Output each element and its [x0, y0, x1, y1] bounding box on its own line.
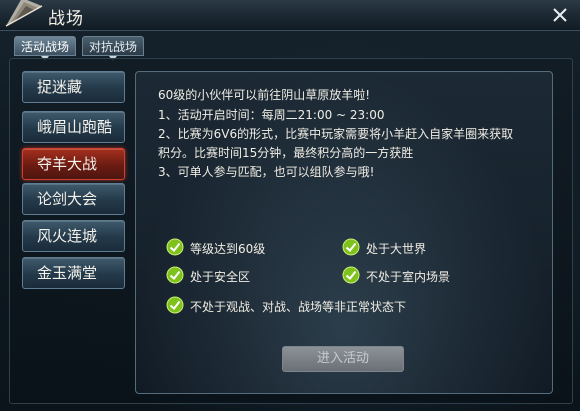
- check-icon: [342, 238, 360, 256]
- check-icon: [166, 296, 184, 314]
- sidebar-item-wind-fire-city[interactable]: 风火连城: [22, 220, 125, 252]
- fan-emblem-icon: [5, 0, 43, 27]
- sidebar-item-emei-parkour[interactable]: 峨眉山跑酷: [22, 111, 125, 143]
- requirement-label: 处于大世界: [366, 242, 427, 256]
- requirement-label: 不处于观战、对战、战场等非正常状态下: [190, 300, 407, 314]
- window-title: 战场: [48, 9, 84, 29]
- sidebar-item-label: 论剑大会: [37, 190, 98, 208]
- description-line: 60级的小伙伴可以前往阴山草原放羊啦!: [158, 88, 371, 102]
- sidebar-item-gold-jade-hall[interactable]: 金玉满堂: [22, 257, 125, 289]
- sidebar-item-label: 捉迷藏: [37, 78, 83, 96]
- tab-versus-battlefield[interactable]: 对抗战场: [82, 36, 145, 61]
- requirement-label: 处于安全区: [190, 270, 251, 284]
- check-icon: [342, 266, 360, 284]
- sidebar-item-label: 金玉满堂: [37, 264, 98, 282]
- sidebar-item-label: 风火连城: [37, 227, 98, 245]
- sidebar-item-hide-and-seek[interactable]: 捉迷藏: [22, 71, 125, 103]
- description-line: 2、比赛为6V6的形式，比赛中玩家需要将小羊赶入自家羊圈来获取: [158, 127, 514, 141]
- requirement-label: 等级达到60级: [190, 242, 266, 256]
- battlefield-window: 战场 活动战场 对抗战场 捉迷藏 峨眉山跑酷 夺羊大战 论剑大会 风火连城 金玉…: [0, 0, 580, 411]
- description-line: 积分。比赛时间15分钟，最终积分高的一方获胜: [158, 146, 414, 160]
- sidebar-item-label: 夺羊大战: [37, 155, 98, 173]
- sidebar-item-label: 峨眉山跑酷: [37, 118, 113, 136]
- tab-label: 对抗战场: [89, 40, 138, 54]
- description-line: 1、活动开启时间：每周二21:00 ~ 23:00: [158, 108, 385, 122]
- requirement-label: 不处于室内场景: [366, 270, 451, 284]
- tab-label: 活动战场: [21, 40, 70, 54]
- title-bar: 战场: [0, 0, 580, 31]
- check-icon: [166, 266, 184, 284]
- description-line: 3、可单人参与匹配，也可以组队参与哦!: [158, 165, 375, 179]
- tab-activity-battlefield[interactable]: 活动战场: [14, 36, 77, 61]
- sidebar-item-sheep-battle[interactable]: 夺羊大战: [22, 148, 125, 180]
- sidebar-item-sword-conference[interactable]: 论剑大会: [22, 183, 125, 215]
- check-icon: [166, 238, 184, 256]
- enter-activity-button[interactable]: 进入活动: [282, 346, 404, 372]
- close-icon[interactable]: [550, 5, 570, 25]
